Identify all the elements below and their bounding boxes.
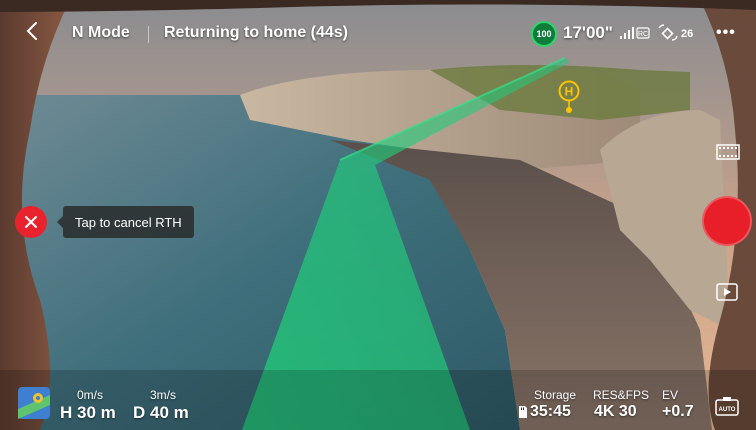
battery-indicator[interactable]: 100: [531, 21, 557, 47]
battery-percent: 100: [536, 29, 552, 39]
back-button[interactable]: [20, 19, 44, 43]
horizontal-speed: 0m/s: [77, 388, 104, 402]
divider: [148, 26, 149, 43]
flight-mode[interactable]: N Mode: [72, 24, 130, 42]
close-icon: [25, 216, 37, 228]
more-menu-button[interactable]: •••: [716, 24, 736, 42]
auto-exposure-icon[interactable]: AUTO: [715, 396, 739, 416]
cancel-rth-button[interactable]: [15, 206, 47, 238]
storage-value: 35:45: [530, 403, 571, 420]
shutter-button[interactable]: [702, 196, 752, 246]
remaining-flight-time: 17'00": [563, 23, 613, 42]
home-point-marker: H: [558, 80, 580, 113]
res-fps-value[interactable]: 4K 30: [594, 403, 637, 421]
playback-icon[interactable]: [716, 283, 738, 301]
res-fps-label: RES&FPS: [593, 388, 650, 402]
chevron-left-icon: [26, 22, 37, 40]
satellite-count: 26: [681, 28, 694, 40]
distance-readout: D 40 m: [133, 403, 189, 422]
satellite-icon[interactable]: [657, 24, 679, 42]
storage-readout[interactable]: 35:45: [518, 403, 571, 421]
map-icon[interactable]: [18, 387, 50, 419]
storage-label: Storage: [534, 388, 577, 402]
home-point-label: H: [565, 85, 574, 99]
auto-label: AUTO: [719, 407, 736, 413]
video-mode-icon[interactable]: [716, 144, 740, 160]
sd-card-icon: [519, 406, 527, 418]
rc-signal-icon[interactable]: RC: [620, 27, 652, 39]
altitude-readout: H 30 m: [60, 403, 116, 422]
ev-value[interactable]: +0.7: [662, 403, 694, 421]
ev-label: EV: [662, 388, 679, 402]
top-status-bar: N Mode Returning to home (44s) 100 17'00…: [0, 0, 756, 52]
cancel-rth-tooltip: Tap to cancel RTH: [57, 206, 194, 238]
vertical-speed: 3m/s: [150, 388, 177, 402]
rc-label: RC: [638, 31, 648, 38]
rth-status-text: Returning to home (44s): [164, 24, 349, 41]
